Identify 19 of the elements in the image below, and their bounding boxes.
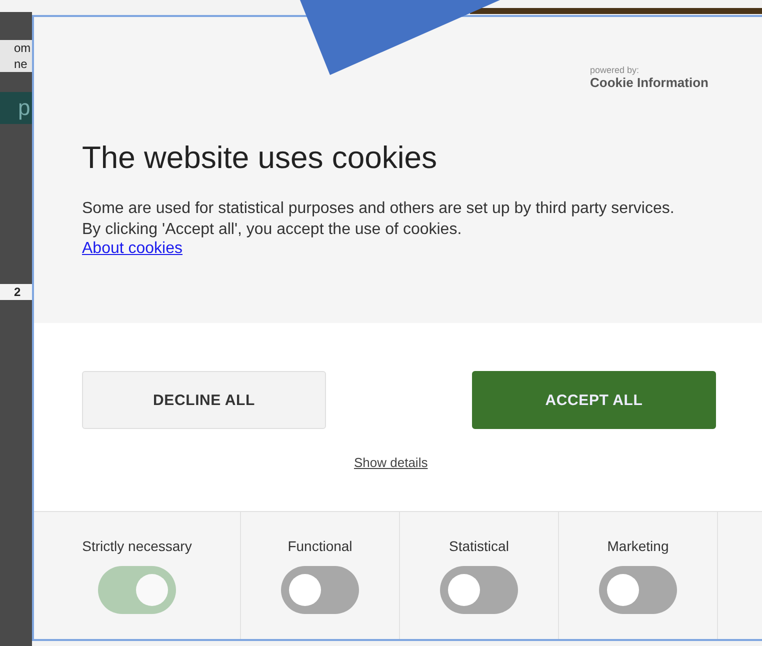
toggle-switch[interactable] [440, 566, 518, 614]
toggle-switch[interactable] [599, 566, 677, 614]
accept-button[interactable]: ACCEPT ALL [472, 371, 716, 429]
page-text: om [0, 40, 32, 56]
page-text: 2 [0, 284, 32, 300]
category-label: Functional [288, 538, 352, 554]
category-label: Strictly necessary [82, 538, 192, 554]
dialog-text: Some are used for statistical purposes and others are set up by third party services. By clicking 'Accept all', you accept the use of cookies. [82, 199, 676, 240]
decline-button[interactable]: DECLINE ALL [82, 371, 326, 429]
category-label: Statistical [449, 538, 509, 554]
provider-name: Cookie Information [590, 75, 708, 90]
page-text: ne [0, 56, 32, 72]
about-cookies-link[interactable]: About cookies [82, 240, 183, 257]
toggle-switch[interactable] [281, 566, 359, 614]
powered-by-label: powered by: [590, 65, 640, 75]
dialog-title: The website uses cookies [82, 140, 438, 176]
category-label: Marketing [607, 538, 669, 554]
show-details-link[interactable]: Show details [354, 455, 428, 470]
page-text: p [0, 92, 32, 124]
